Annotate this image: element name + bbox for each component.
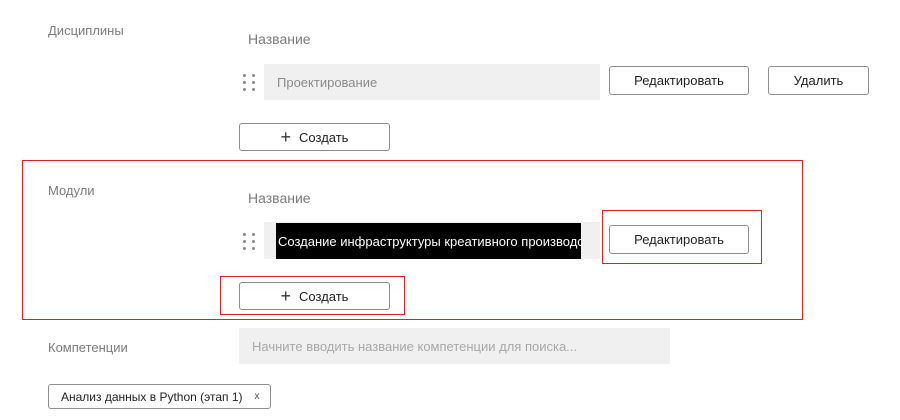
module-create-label: Создать — [299, 288, 349, 304]
drag-handle-icon[interactable] — [243, 233, 255, 251]
discipline-item-name-text: Проектирование — [277, 74, 378, 90]
plus-icon: + — [280, 127, 292, 147]
modules-column-header: Название — [248, 190, 311, 206]
module-edit-button[interactable]: Редактировать — [609, 225, 749, 254]
discipline-edit-button[interactable]: Редактировать — [609, 66, 749, 95]
discipline-create-label: Создать — [299, 129, 349, 145]
discipline-delete-button[interactable]: Удалить — [768, 66, 869, 95]
module-create-button[interactable]: + Создать — [239, 282, 390, 310]
drag-handle-icon[interactable] — [243, 74, 255, 92]
competency-search-input[interactable] — [239, 328, 670, 364]
module-item-name: Создание инфраструктуры креативного прои… — [276, 223, 581, 259]
disciplines-section-label: Дисциплины — [48, 23, 124, 38]
close-icon[interactable]: x — [255, 391, 260, 402]
competency-chip: Анализ данных в Python (этап 1) x — [48, 384, 271, 409]
discipline-create-button[interactable]: + Создать — [239, 123, 390, 151]
competency-chip-label: Анализ данных в Python (этап 1) — [61, 389, 243, 404]
competencies-section-label: Компетенции — [48, 340, 128, 355]
discipline-item-name: Проектирование — [264, 64, 600, 100]
plus-icon: + — [280, 286, 292, 306]
modules-section-label: Модули — [48, 183, 95, 198]
disciplines-column-header: Название — [248, 31, 311, 47]
